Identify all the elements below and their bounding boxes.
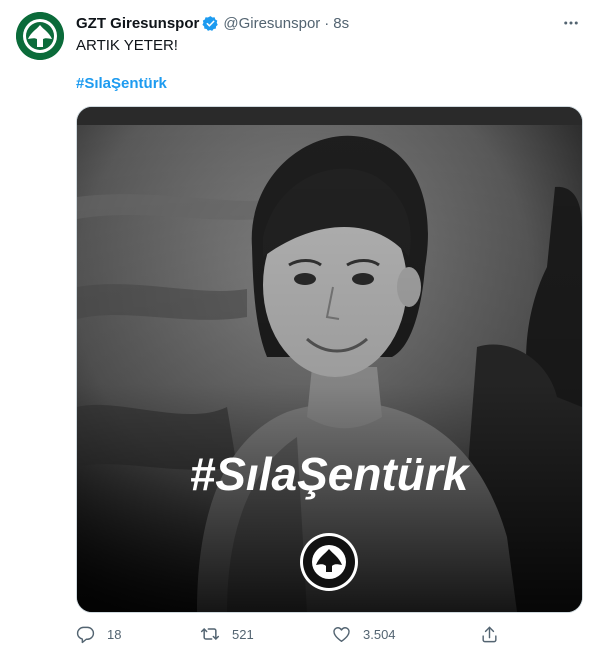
- giresunspor-logo: [16, 12, 64, 60]
- tweet-actions: 18 521 3.504: [76, 620, 506, 648]
- memorial-photo: #SılaŞentürk: [77, 107, 582, 612]
- tweet-header: GZT Giresunspor @Giresunspor · 8s: [76, 12, 582, 34]
- timestamp[interactable]: 8s: [333, 15, 349, 32]
- more-dots-icon: [564, 21, 578, 25]
- verified-badge-icon: [202, 15, 219, 32]
- tweet[interactable]: GZT Giresunspor @Giresunspor · 8s ARTIK …: [0, 0, 598, 656]
- display-name[interactable]: GZT Giresunspor: [76, 15, 199, 32]
- share-icon: [482, 626, 497, 642]
- user-handle[interactable]: @Giresunspor: [223, 15, 320, 32]
- heart-icon: [333, 626, 350, 642]
- retweet-icon: [200, 628, 220, 640]
- reply-button[interactable]: 18: [76, 620, 121, 648]
- more-options-button[interactable]: [560, 12, 582, 34]
- separator-dot: ·: [324, 14, 330, 32]
- media-hashtag-text: #SılaŞentürk: [190, 448, 471, 500]
- like-count: 3.504: [363, 626, 396, 642]
- tweet-text: ARTIK YETER!: [76, 37, 178, 54]
- retweet-button[interactable]: 521: [200, 620, 254, 648]
- reply-icon: [76, 626, 95, 643]
- media-club-logo: [300, 533, 358, 591]
- avatar[interactable]: [16, 12, 64, 60]
- share-button[interactable]: [480, 620, 511, 648]
- hashtag-link[interactable]: #SılaŞentürk: [76, 74, 167, 94]
- like-button[interactable]: 3.504: [332, 620, 396, 648]
- reply-count: 18: [107, 626, 122, 642]
- tweet-media-image[interactable]: #SılaŞentürk: [76, 106, 583, 613]
- retweet-count: 521: [232, 626, 254, 642]
